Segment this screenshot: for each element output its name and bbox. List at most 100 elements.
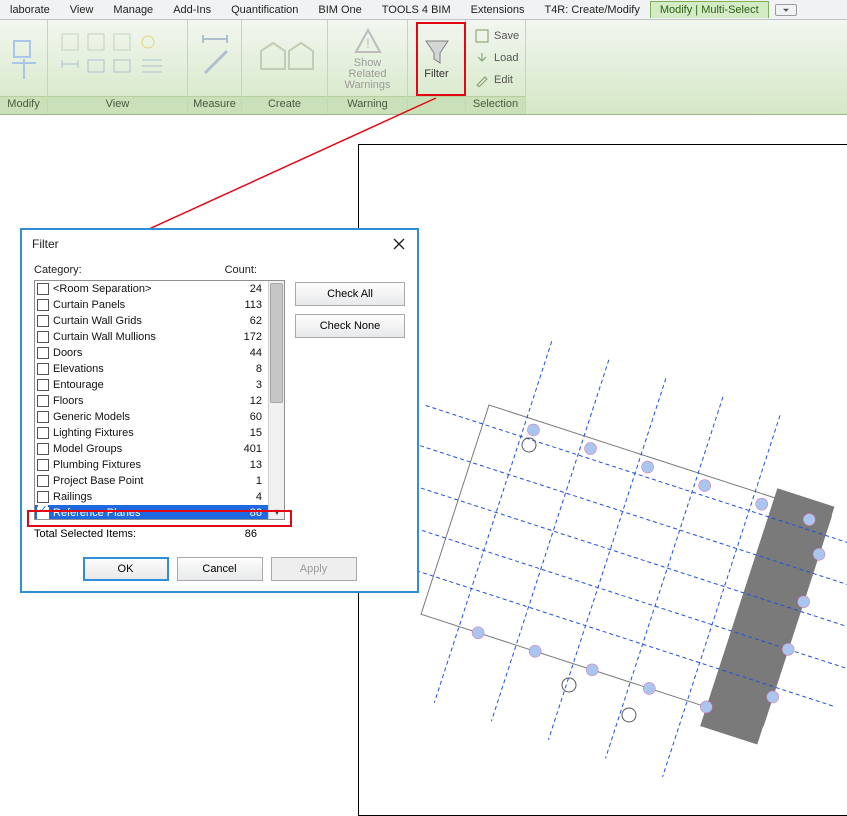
checkbox[interactable] <box>37 283 49 295</box>
save-icon <box>474 28 490 44</box>
category-row[interactable]: Doors44 <box>35 345 268 361</box>
checkbox[interactable] <box>37 491 49 503</box>
panel-label <box>408 96 465 114</box>
category-name: Lighting Fixtures <box>53 427 244 439</box>
checkbox[interactable] <box>37 347 49 359</box>
measure-icon <box>197 33 233 83</box>
apply-button[interactable]: Apply <box>271 557 357 581</box>
category-row[interactable]: Floors12 <box>35 393 268 409</box>
menu-item-modify-multi-select[interactable]: Modify | Multi-Select <box>650 1 769 18</box>
menu-item-add-ins[interactable]: Add-Ins <box>163 1 221 18</box>
category-row[interactable]: Elevations8 <box>35 361 268 377</box>
menu-item-view[interactable]: View <box>60 1 104 18</box>
scroll-down-icon[interactable]: ▼ <box>269 505 285 519</box>
panel-label: Measure <box>188 96 241 114</box>
category-row[interactable]: Railings4 <box>35 489 268 505</box>
category-row[interactable]: Entourage3 <box>35 377 268 393</box>
menu-item-tools-4-bim[interactable]: TOOLS 4 BIM <box>372 1 461 18</box>
cancel-button[interactable]: Cancel <box>177 557 263 581</box>
checkbox[interactable] <box>37 507 49 519</box>
checkbox[interactable] <box>37 395 49 407</box>
checkbox[interactable] <box>37 475 49 487</box>
check-all-button[interactable]: Check All <box>295 282 405 306</box>
checkbox[interactable] <box>37 363 49 375</box>
load-icon <box>474 50 490 66</box>
category-count: 1 <box>250 475 262 487</box>
menu-item-manage[interactable]: Manage <box>103 1 163 18</box>
view-canvas[interactable] <box>358 144 847 816</box>
category-name: <Room Separation> <box>53 283 244 295</box>
show-warnings-button[interactable]: ! Show Related Warnings <box>336 26 399 91</box>
checkbox[interactable] <box>37 427 49 439</box>
ribbon: Modify View Measure <box>0 20 847 115</box>
menu-bar: laborateViewManageAdd-InsQuantificationB… <box>0 0 847 20</box>
category-count: 8 <box>250 363 262 375</box>
ribbon-panel-modify: Modify <box>0 20 48 114</box>
category-name: Plumbing Fixtures <box>53 459 244 471</box>
total-value: 86 <box>245 528 257 540</box>
ok-button[interactable]: OK <box>83 557 169 581</box>
category-row[interactable]: Curtain Panels113 <box>35 297 268 313</box>
menu-item-extensions[interactable]: Extensions <box>461 1 535 18</box>
category-count: 24 <box>244 283 262 295</box>
category-name: Doors <box>53 347 244 359</box>
category-row[interactable]: Plumbing Fixtures13 <box>35 457 268 473</box>
panel-label: View <box>48 96 187 114</box>
category-count: 13 <box>244 459 262 471</box>
view-tools-icon <box>58 30 178 86</box>
scroll-thumb[interactable] <box>270 283 283 403</box>
ribbon-panel-create: Create <box>242 20 328 114</box>
category-row[interactable]: Curtain Wall Mullions172 <box>35 329 268 345</box>
category-row[interactable]: Generic Models60 <box>35 409 268 425</box>
menu-item-bim-one[interactable]: BIM One <box>308 1 371 18</box>
category-row[interactable]: Model Groups401 <box>35 441 268 457</box>
show-warnings-label: Show Related Warnings <box>336 58 399 91</box>
category-count: 172 <box>238 331 262 343</box>
category-count: 86 <box>244 507 262 519</box>
dialog-titlebar[interactable]: Filter <box>22 230 417 258</box>
category-row[interactable]: Lighting Fixtures15 <box>35 425 268 441</box>
checkbox[interactable] <box>37 315 49 327</box>
category-name: Curtain Panels <box>53 299 238 311</box>
menu-item-laborate[interactable]: laborate <box>0 1 60 18</box>
ribbon-panel-view: View <box>48 20 188 114</box>
load-selection-button[interactable]: Load <box>474 48 518 68</box>
category-listbox[interactable]: <Room Separation>24Curtain Panels113Curt… <box>34 280 285 520</box>
checkbox[interactable] <box>37 443 49 455</box>
checkbox[interactable] <box>37 379 49 391</box>
category-name: Generic Models <box>53 411 244 423</box>
menu-item-t4r-create-modify[interactable]: T4R: Create/Modify <box>534 1 649 18</box>
checkbox[interactable] <box>37 299 49 311</box>
floorplan-graphic <box>359 145 847 816</box>
total-label: Total Selected Items: <box>34 528 136 540</box>
edit-selection-button[interactable]: Edit <box>474 70 513 90</box>
check-none-button[interactable]: Check None <box>295 314 405 338</box>
checkbox[interactable] <box>37 331 49 343</box>
checkbox[interactable] <box>37 411 49 423</box>
category-row[interactable]: Curtain Wall Grids62 <box>35 313 268 329</box>
close-icon <box>393 238 405 250</box>
category-row[interactable]: Reference Planes86 <box>35 505 268 519</box>
ribbon-panel-filter: Filter <box>408 20 466 114</box>
checkbox[interactable] <box>37 459 49 471</box>
close-button[interactable] <box>389 234 409 254</box>
menu-item-quantification[interactable]: Quantification <box>221 1 308 18</box>
category-row[interactable]: <Room Separation>24 <box>35 281 268 297</box>
panel-label: Create <box>242 96 327 114</box>
modify-icon <box>10 33 38 83</box>
ribbon-panel-warning: ! Show Related Warnings Warning <box>328 20 408 114</box>
scrollbar[interactable]: ▲ ▼ <box>268 281 284 519</box>
category-row[interactable]: Project Base Point1 <box>35 473 268 489</box>
category-name: Model Groups <box>53 443 238 455</box>
filter-dialog: Filter Category: Count: <Room Separation… <box>20 228 419 593</box>
category-name: Floors <box>53 395 244 407</box>
ribbon-collapse-toggle[interactable] <box>775 4 797 16</box>
panel-label: Modify <box>0 96 47 114</box>
category-name: Elevations <box>53 363 250 375</box>
create-icon <box>255 33 315 83</box>
category-count: 3 <box>250 379 262 391</box>
funnel-icon <box>422 36 452 66</box>
save-selection-button[interactable]: Save <box>474 26 519 46</box>
warning-icon: ! <box>353 26 383 56</box>
filter-button[interactable]: Filter <box>411 36 463 80</box>
